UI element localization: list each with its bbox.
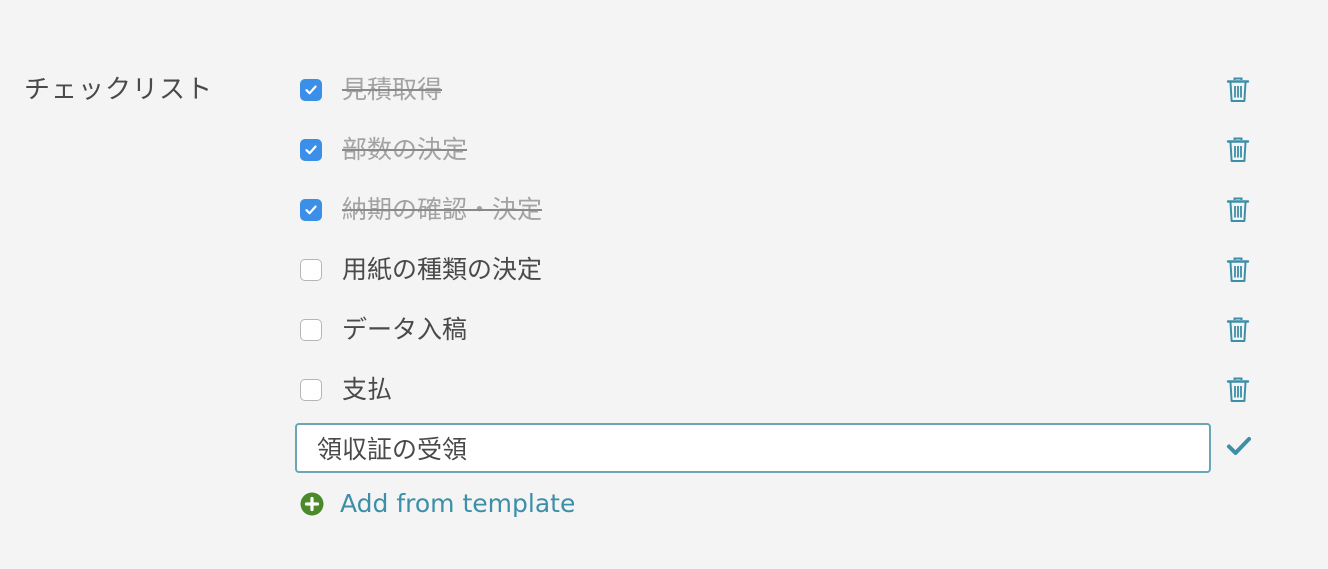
checkmark-icon — [305, 145, 317, 155]
new-item-row — [295, 423, 1260, 485]
checklist-item-checkbox[interactable] — [300, 139, 322, 161]
plus-circle-icon — [300, 492, 324, 515]
checklist-item: 見積取得 — [300, 60, 1260, 120]
checklist-item-label[interactable]: データ入稿 — [342, 313, 467, 347]
checklist-item: 部数の決定 — [300, 120, 1260, 180]
checklist-item-label[interactable]: 用紙の種類の決定 — [342, 253, 542, 287]
checklist-item: 支払 — [300, 360, 1260, 420]
checklist-item: 納期の確認・決定 — [300, 180, 1260, 240]
checklist-item: データ入稿 — [300, 300, 1260, 360]
checkmark-icon — [305, 85, 317, 95]
trash-icon[interactable] — [1226, 377, 1250, 403]
checklist: 見積取得 部数の決定 納期の確認・決定 用紙の種類の決定 データ入稿 支払 領収… — [295, 60, 1260, 518]
checklist-item-label[interactable]: 納期の確認・決定 — [342, 193, 542, 227]
trash-icon[interactable] — [1226, 197, 1250, 223]
checklist-item-checkbox[interactable] — [300, 319, 322, 341]
add-from-template-button[interactable]: Add from template — [300, 489, 1260, 518]
add-from-template-label: Add from template — [340, 489, 576, 518]
checklist-item-label[interactable]: 見積取得 — [342, 73, 442, 107]
checkmark-icon[interactable] — [1226, 435, 1252, 457]
checklist-item-checkbox[interactable] — [300, 79, 322, 101]
checklist-item-label[interactable]: 支払 — [342, 373, 392, 407]
checklist-item-checkbox[interactable] — [300, 379, 322, 401]
trash-icon[interactable] — [1226, 77, 1250, 103]
checklist-section-label: チェックリスト — [24, 75, 214, 105]
checklist-item-checkbox[interactable] — [300, 259, 322, 281]
checklist-item-label[interactable]: 部数の決定 — [342, 133, 467, 167]
trash-icon[interactable] — [1226, 137, 1250, 163]
new-item-input[interactable] — [295, 423, 1211, 473]
checklist-item: 用紙の種類の決定 — [300, 240, 1260, 300]
trash-icon[interactable] — [1226, 257, 1250, 283]
checklist-item-checkbox[interactable] — [300, 199, 322, 221]
checkmark-icon — [305, 205, 317, 215]
trash-icon[interactable] — [1226, 317, 1250, 343]
